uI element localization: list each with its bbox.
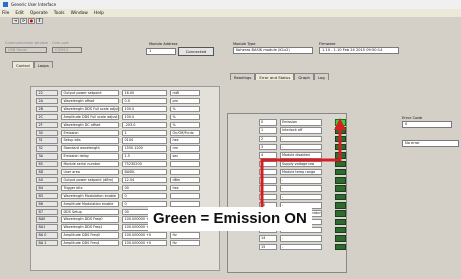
annotation-arrow (260, 118, 346, 212)
arrow-head (334, 118, 346, 130)
annotation-label: Green = Emission ON (148, 207, 312, 231)
arrow-line (260, 125, 342, 212)
